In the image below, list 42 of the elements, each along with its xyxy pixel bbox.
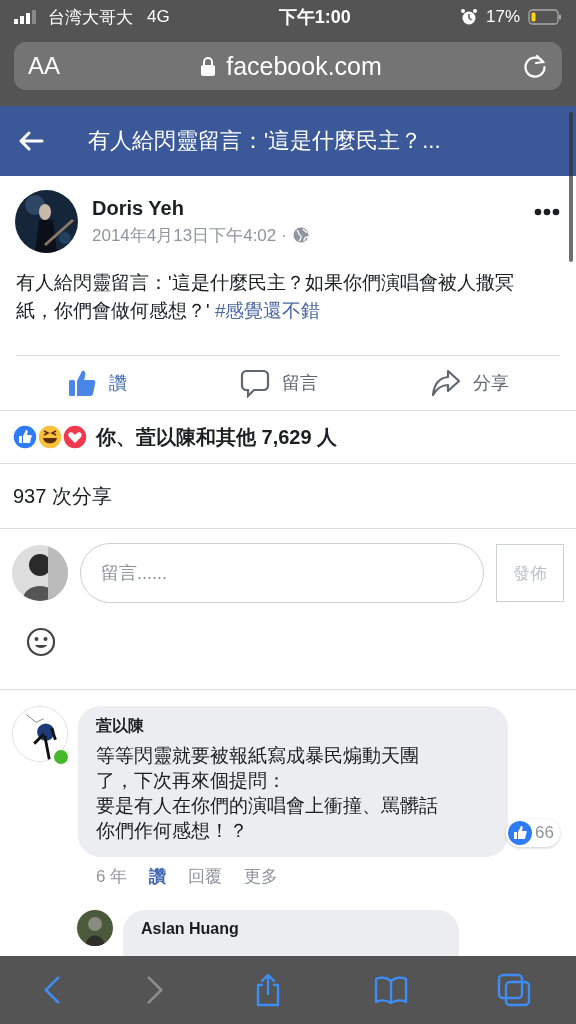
reply-author-name[interactable]: Aslan Huang [141, 920, 441, 938]
post-timestamp[interactable]: 2014年4月13日下午4:02 · [92, 223, 287, 247]
thumbs-up-icon [66, 368, 97, 398]
battery-percent: 17% [485, 7, 520, 27]
share-count[interactable]: 937 次分享 [13, 482, 112, 510]
comment-text: 等等閃靈就要被報紙寫成暴民煽動天團 了，下次再來個提問： 要是有人在你們的演唱會上衝撞、罵髒話 你們作何感想！？ [96, 744, 439, 843]
alarm-clock-icon [459, 8, 478, 26]
text-size-button[interactable]: AA [28, 52, 60, 80]
tabs-icon [496, 972, 533, 1008]
commenter-name[interactable]: 萓以陳 [96, 716, 488, 737]
lock-icon [200, 56, 217, 76]
like-count-badge[interactable]: 66 [506, 819, 560, 847]
comment-action-link[interactable]: 回覆 [188, 865, 223, 888]
comment-age: 6 年 [96, 866, 128, 888]
carrier-name: 台湾大哥大 [48, 6, 133, 29]
share-button[interactable]: 分享 [425, 367, 516, 399]
post-text: 有人給閃靈留言：'這是什麼民主？如果你們演唱會被人撒冥紙，你們會做何感想？' #感覺還不錯 [15, 271, 515, 323]
page-title: 有人給閃靈留言：'這是什麼民主？... [88, 127, 441, 155]
comment-action-link[interactable]: 更多 [244, 865, 279, 888]
reactions-summary[interactable]: 你、萓以陳和其他 7,629 人 [96, 423, 338, 451]
back-icon [43, 976, 60, 1004]
clock-time: 下午1:00 [278, 6, 351, 29]
hashtag-link[interactable]: #感覺還不錯 [214, 300, 321, 321]
more-options-icon[interactable] [534, 208, 560, 216]
author-name[interactable]: Doris Yeh [92, 196, 520, 220]
comment-action-link[interactable]: 讚 [149, 865, 167, 888]
network-type: 4G [147, 7, 170, 27]
commenter-avatar[interactable] [12, 706, 68, 762]
share-arrow-icon [431, 368, 462, 398]
like-button[interactable]: 讚 [60, 367, 133, 399]
like-count: 66 [535, 823, 554, 843]
reply-avatar[interactable] [77, 910, 113, 946]
globe-icon [292, 227, 309, 243]
thumbs-up-icon [508, 821, 533, 845]
comment-button[interactable]: 留言 [234, 367, 324, 399]
battery-icon [528, 9, 562, 25]
speech-bubble-icon [240, 368, 270, 398]
reload-button[interactable] [522, 53, 548, 79]
user-avatar [12, 545, 68, 601]
url-text[interactable]: facebook.com [226, 51, 382, 81]
smiley-icon[interactable] [26, 627, 56, 657]
forward-icon [146, 976, 163, 1004]
